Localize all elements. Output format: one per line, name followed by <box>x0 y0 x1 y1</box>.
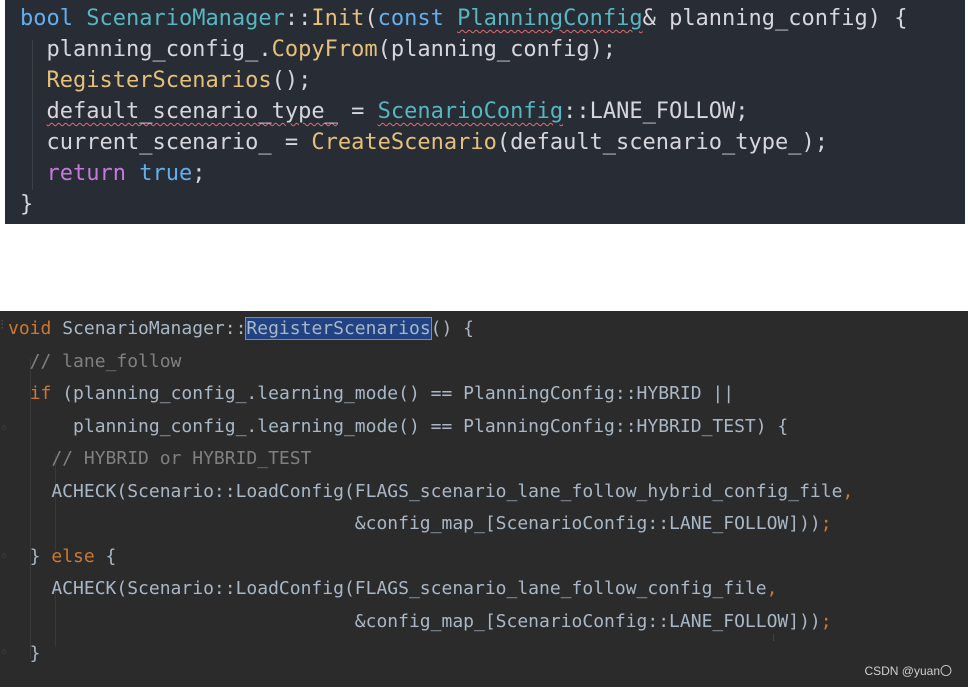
code-token: ScenarioManager:: <box>62 318 247 339</box>
code-line[interactable]: &config_map_[ScenarioConfig::LANE_FOLLOW… <box>8 508 832 540</box>
code-line[interactable]: planning_config_.CopyFrom(planning_confi… <box>20 34 616 65</box>
code-token: // lane_follow <box>8 350 182 372</box>
code-line[interactable]: planning_config_.learning_mode() == Plan… <box>8 411 788 443</box>
code-token: if <box>29 383 63 404</box>
code-token: :: <box>284 6 312 31</box>
code-token: ScenarioConfig <box>377 99 564 124</box>
code-token: RegisterScenarios <box>46 68 272 93</box>
code-line[interactable]: // HYBRID or HYBRID_TEST <box>8 443 311 475</box>
code-token: CopyFrom <box>271 37 378 62</box>
code-token: planning_config_. <box>20 37 272 62</box>
code-line[interactable]: &config_map_[ScenarioConfig::LANE_FOLLOW… <box>8 606 832 638</box>
code-token: &config_map_[ScenarioConfig::LANE_FOLLOW… <box>8 610 821 632</box>
code-token: &config_map_[ScenarioConfig::LANE_FOLLOW… <box>8 513 821 534</box>
code-token: (); <box>271 68 312 93</box>
code-line[interactable]: } else { <box>8 541 117 573</box>
code-line[interactable]: if (planning_config_.learning_mode() == … <box>8 378 734 410</box>
code-line[interactable]: return true; <box>20 158 206 189</box>
code-token: , <box>766 578 778 599</box>
code-line[interactable]: } <box>20 189 33 220</box>
code-token: current_scenario_ = <box>20 130 312 155</box>
code-line[interactable]: ACHECK(Scenario::LoadConfig(FLAGS_scenar… <box>8 476 853 508</box>
code-token: ; <box>820 513 832 534</box>
code-token: true <box>139 161 193 186</box>
watermark: CSDN @yuan〇 <box>864 664 952 678</box>
code-token: { <box>105 545 117 567</box>
code-token: } <box>8 545 52 567</box>
code-line[interactable]: } <box>8 638 41 670</box>
code-token: (planning_config_.learning_mode() == Pla… <box>62 383 735 404</box>
code-token: Init <box>311 6 365 31</box>
code-line[interactable]: RegisterScenarios(); <box>20 65 312 96</box>
code-token: = <box>337 99 378 124</box>
code-line[interactable]: current_scenario_ = CreateScenario(defau… <box>20 127 828 158</box>
code-panel-init: bool ScenarioManager::Init(const Plannin… <box>5 0 965 224</box>
code-token: planning_config_.learning_mode() == Plan… <box>8 415 789 437</box>
code-token: ( <box>364 6 378 31</box>
code-token: () { <box>430 318 475 339</box>
code-panel-register-scenarios: ⁝ ◦ ◦ ◦ ⁝ void ScenarioManager::Register… <box>0 311 968 687</box>
code-line[interactable]: bool ScenarioManager::Init(const Plannin… <box>20 3 907 34</box>
code-line[interactable]: default_scenario_type_ = ScenarioConfig:… <box>20 96 749 127</box>
code-token: CreateScenario <box>311 130 497 155</box>
code-token: PlanningConfig <box>457 6 643 31</box>
code-token: } <box>8 643 41 664</box>
code-token: void <box>8 318 63 339</box>
code-token: & planning_config) { <box>642 6 908 31</box>
code-token: } <box>20 192 34 217</box>
code-token: ; <box>820 610 832 632</box>
code-token: bool <box>20 6 87 31</box>
code-token: ::LANE_FOLLOW; <box>563 99 749 124</box>
code-token: (planning_config); <box>377 37 617 62</box>
code-token: else <box>51 545 106 567</box>
code-line[interactable]: ACHECK(Scenario::LoadConfig(FLAGS_scenar… <box>8 573 777 605</box>
code-token: const <box>377 6 458 31</box>
fold-marker-icon[interactable]: ⁝ <box>0 317 4 333</box>
code-token: ACHECK(Scenario::LoadConfig(FLAGS_scenar… <box>8 480 843 502</box>
code-token: ACHECK(Scenario::LoadConfig(FLAGS_scenar… <box>8 578 767 599</box>
code-token: (default_scenario_type_); <box>496 130 828 155</box>
code-token: RegisterScenarios <box>245 317 432 340</box>
code-token: default_scenario_type_ <box>46 99 338 124</box>
code-token: ScenarioManager <box>86 6 285 31</box>
code-token: return <box>46 161 140 186</box>
code-line[interactable]: void ScenarioManager::RegisterScenarios(… <box>8 313 474 345</box>
code-token: // HYBRID or HYBRID_TEST <box>8 448 312 469</box>
code-token: , <box>842 480 854 502</box>
code-line[interactable]: // lane_follow <box>8 346 182 378</box>
code-token: ; <box>192 161 206 186</box>
